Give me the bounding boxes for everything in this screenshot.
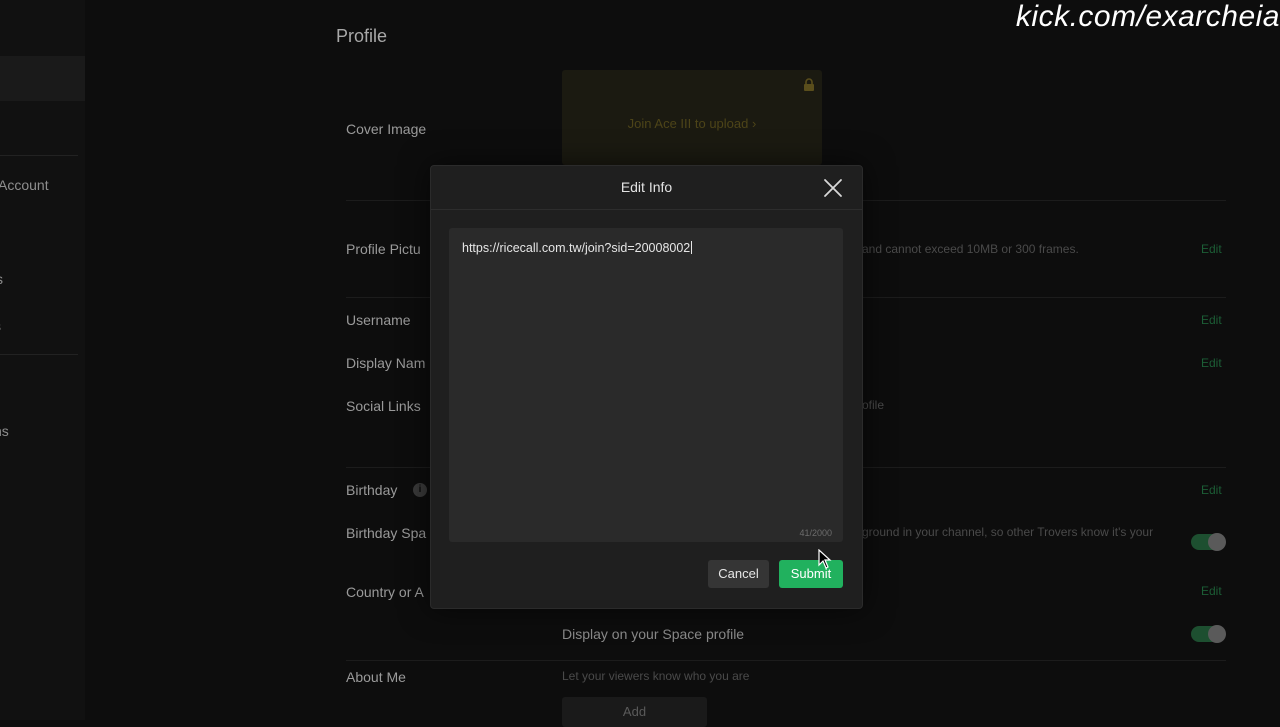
page-title: Profile bbox=[336, 26, 388, 46]
sidebar-item[interactable]: ns bbox=[0, 423, 9, 439]
dialog-title: Edit Info bbox=[620, 179, 673, 195]
sidebar-divider bbox=[0, 354, 78, 355]
toggle-knob bbox=[1208, 533, 1226, 551]
country-label: Country or A bbox=[346, 584, 424, 600]
left-sidebar: Account s s ns bbox=[0, 0, 85, 720]
profile-picture-hint: and cannot exceed 10MB or 300 frames. bbox=[862, 242, 1079, 256]
username-edit-link[interactable]: Edit bbox=[1201, 313, 1222, 327]
join-ace-label: Join Ace III to upload bbox=[627, 116, 749, 131]
birthday-space-label: Birthday Spa bbox=[346, 525, 427, 541]
about-me-add-button[interactable]: Add bbox=[562, 697, 707, 727]
birthday-space-toggle[interactable] bbox=[1191, 533, 1226, 551]
display-name-label: Display Nam bbox=[346, 355, 426, 371]
sidebar-divider bbox=[0, 155, 78, 156]
close-icon[interactable] bbox=[822, 177, 844, 199]
birthday-edit-link[interactable]: Edit bbox=[1201, 483, 1222, 497]
display-name-edit-link[interactable]: Edit bbox=[1201, 356, 1222, 370]
username-label: Username bbox=[346, 312, 411, 328]
social-links-label: Social Links bbox=[346, 398, 421, 414]
join-ace-link[interactable]: Join Ace III to upload › bbox=[562, 116, 822, 131]
country-edit-link[interactable]: Edit bbox=[1201, 584, 1222, 598]
submit-button[interactable]: Submit bbox=[779, 560, 843, 588]
textarea-text: https://ricecall.com.tw/join?sid=2000800… bbox=[462, 241, 691, 255]
display-on-space-label: Display on your Space profile bbox=[562, 626, 745, 642]
textarea-value: https://ricecall.com.tw/join?sid=2000800… bbox=[462, 241, 693, 255]
chevron-right-icon: › bbox=[751, 116, 757, 131]
character-counter: 41/2000 bbox=[799, 528, 832, 538]
cover-image-upload[interactable]: Join Ace III to upload › bbox=[562, 70, 822, 165]
profile-picture-label: Profile Pictu bbox=[346, 241, 421, 257]
about-me-label: About Me bbox=[346, 669, 406, 685]
info-textarea[interactable]: https://ricecall.com.tw/join?sid=2000800… bbox=[449, 228, 843, 542]
sidebar-selected-item[interactable] bbox=[0, 56, 85, 101]
birthday-space-hint: ground in your channel, so other Trovers… bbox=[862, 525, 1154, 539]
text-caret bbox=[691, 241, 693, 254]
cover-image-label: Cover Image bbox=[346, 121, 427, 137]
profile-picture-edit-link[interactable]: Edit bbox=[1201, 242, 1222, 256]
birthday-label: Birthday bbox=[346, 482, 398, 498]
info-icon[interactable]: i bbox=[413, 483, 427, 497]
social-links-hint: ofile bbox=[862, 398, 885, 412]
sidebar-item[interactable]: s bbox=[0, 271, 3, 287]
cancel-button[interactable]: Cancel bbox=[708, 560, 769, 588]
sidebar-item[interactable]: s bbox=[0, 318, 1, 334]
about-me-hint: Let your viewers know who you are bbox=[562, 669, 750, 683]
edit-info-dialog: Edit Info https://ricecall.com.tw/join?s… bbox=[430, 165, 863, 609]
mouse-cursor-icon bbox=[818, 548, 832, 574]
sidebar-item-account[interactable]: Account bbox=[0, 177, 49, 193]
dialog-divider bbox=[431, 209, 862, 210]
row-divider bbox=[346, 660, 1226, 661]
display-on-space-toggle[interactable] bbox=[1191, 625, 1226, 643]
watermark: kick.com/exarcheia bbox=[1015, 0, 1280, 33]
lock-icon bbox=[802, 78, 816, 97]
toggle-knob bbox=[1208, 625, 1226, 643]
